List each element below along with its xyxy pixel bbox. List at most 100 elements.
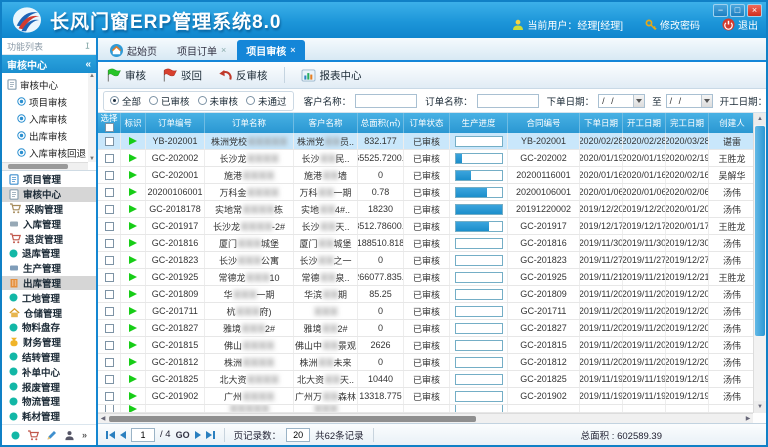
table-vertical-scrollbar[interactable]: ▲ ▼ bbox=[753, 113, 766, 413]
sidebar-footer-cart-red-icon[interactable] bbox=[27, 430, 39, 441]
tab-close-icon[interactable]: × bbox=[290, 45, 295, 55]
unaudit-button[interactable]: 反审核 bbox=[218, 68, 268, 83]
column-header-2[interactable]: 订单编号 bbox=[146, 113, 205, 133]
status-radio-1[interactable]: 已审核 bbox=[149, 94, 190, 108]
scroll-left-icon[interactable]: ◀ bbox=[98, 414, 108, 423]
table-row[interactable]: GC-201823长沙某某某公寓长沙某某之一0已审核GC-2018232019/… bbox=[98, 252, 753, 269]
pin-icon[interactable] bbox=[84, 42, 91, 51]
tree-item-project-audit[interactable]: 项目审核 bbox=[7, 93, 86, 110]
row-checkbox[interactable] bbox=[105, 273, 114, 282]
column-header-12[interactable]: 创建人 bbox=[709, 113, 753, 133]
table-row[interactable]: GC-202001施港某某某某施港某某墙0已审核202001160012020/… bbox=[98, 167, 753, 184]
table-row[interactable]: GC-201925常德龙某某某10常德某某泉..266077.835..已审核G… bbox=[98, 269, 753, 286]
column-header-11[interactable]: 完工日期 bbox=[666, 113, 709, 133]
tree-root-audit-center[interactable]: 审核中心 bbox=[7, 76, 86, 93]
radio-icon[interactable] bbox=[198, 96, 207, 105]
row-checkbox[interactable] bbox=[105, 137, 114, 146]
last-page-button[interactable] bbox=[206, 431, 215, 439]
sidebar-footer-dot-teal-icon[interactable] bbox=[11, 431, 20, 440]
sidebar-item-finance-mgmt[interactable]: 财务管理 bbox=[2, 335, 96, 350]
row-checkbox[interactable] bbox=[105, 205, 114, 214]
row-checkbox[interactable] bbox=[105, 307, 114, 316]
sidebar-item-material-inventory[interactable]: 物料盘存 bbox=[2, 320, 96, 335]
table-row[interactable]: GC-201902广州某某某某广州万某某森林13318.775已审核GC-201… bbox=[98, 388, 753, 405]
sidebar-item-production-mgmt[interactable]: 生产管理 bbox=[2, 261, 96, 276]
sidebar-footer-more-icon[interactable]: » bbox=[82, 430, 87, 440]
radio-icon[interactable] bbox=[110, 96, 119, 105]
change-password-button[interactable]: 修改密码 bbox=[645, 17, 700, 32]
tab-project-audit[interactable]: 项目审核× bbox=[237, 40, 304, 60]
row-checkbox[interactable] bbox=[105, 290, 114, 299]
radio-icon[interactable] bbox=[149, 96, 158, 105]
sidebar-item-carryover-mgmt[interactable]: 结转管理 bbox=[2, 350, 96, 365]
sidebar-item-return-store-mgmt[interactable]: 退库管理 bbox=[2, 246, 96, 261]
row-checkbox[interactable] bbox=[105, 256, 114, 265]
table-row[interactable]: GC-202002长沙龙某某某某长沙某某民..65525.7200..已审核GC… bbox=[98, 150, 753, 167]
maximize-button[interactable]: □ bbox=[730, 4, 745, 17]
scroll-up-icon[interactable]: ▲ bbox=[754, 113, 766, 125]
sidebar-item-consumables-mgmt[interactable]: 耗材管理 bbox=[2, 409, 96, 424]
column-header-1[interactable]: 标识 bbox=[121, 113, 146, 133]
logout-button[interactable]: 退出 bbox=[722, 17, 758, 32]
table-row[interactable]: 某某某某某某某某 bbox=[98, 405, 753, 413]
column-header-5[interactable]: 总面积(㎡) bbox=[358, 113, 404, 133]
table-row[interactable]: GC-201825北大资某某某某北大资某某天..10440已审核GC-20182… bbox=[98, 371, 753, 388]
tree-item-inbound-audit[interactable]: 入库审核 bbox=[7, 110, 86, 127]
customer-name-input[interactable] bbox=[355, 94, 417, 108]
table-row[interactable]: 20200106001万科金某某某某万科某某一期0.78已审核202001060… bbox=[98, 184, 753, 201]
sidebar-item-return-goods-mgmt[interactable]: 退货管理 bbox=[2, 231, 96, 246]
tree-vertical-scrollbar[interactable]: ▲▼ bbox=[88, 73, 96, 162]
tab-home[interactable]: 起始页 bbox=[101, 40, 166, 60]
order-date-to-field[interactable]: / / bbox=[666, 94, 713, 108]
row-checkbox[interactable] bbox=[105, 239, 114, 248]
page-number-input[interactable] bbox=[131, 428, 155, 442]
order-date-from-field[interactable]: / / bbox=[598, 94, 645, 108]
row-checkbox[interactable] bbox=[105, 405, 114, 412]
scroll-right-icon[interactable]: ▶ bbox=[743, 414, 753, 423]
table-row[interactable]: GC-201711杭某某某府)某某某0已审核GC-2017112019/11/2… bbox=[98, 303, 753, 320]
sidebar-footer-user-dark-icon[interactable] bbox=[64, 430, 75, 441]
row-checkbox[interactable] bbox=[105, 324, 114, 333]
table-row[interactable]: GC-201815佛山某某某某佛山中某某景观2626已审核GC-20181520… bbox=[98, 337, 753, 354]
order-name-input[interactable] bbox=[477, 94, 539, 108]
tree-horizontal-scrollbar[interactable] bbox=[2, 162, 88, 170]
calendar-dropdown-icon[interactable] bbox=[633, 95, 644, 107]
minimize-button[interactable]: − bbox=[713, 4, 728, 17]
close-button[interactable]: × bbox=[747, 4, 762, 17]
vertical-scroll-thumb[interactable] bbox=[755, 126, 765, 336]
horizontal-scroll-thumb[interactable] bbox=[109, 416, 476, 422]
column-header-9[interactable]: 下单日期 bbox=[580, 113, 623, 133]
sidebar-item-audit-center[interactable]: 审核中心 bbox=[2, 187, 96, 202]
go-button[interactable]: GO bbox=[176, 430, 190, 440]
calendar-dropdown-icon[interactable] bbox=[701, 95, 712, 107]
table-row[interactable]: GC-201809华某某某一期华滨某某期85.25已审核GC-201809201… bbox=[98, 286, 753, 303]
sidebar-item-scrap-mgmt[interactable]: 报废管理 bbox=[2, 379, 96, 394]
sidebar-footer-pencil-icon[interactable] bbox=[46, 430, 57, 441]
sidebar-item-suborder-center[interactable]: 补单中心 bbox=[2, 364, 96, 379]
radio-icon[interactable] bbox=[246, 96, 255, 105]
row-checkbox[interactable] bbox=[105, 392, 114, 401]
table-row[interactable]: GC-201917长沙龙某某某某-2#长沙某某天..8512.78600..已审… bbox=[98, 218, 753, 235]
table-row[interactable]: GC-201816厦门某某某城堡厦门某某城堡188510.818已审核GC-20… bbox=[98, 235, 753, 252]
row-checkbox[interactable] bbox=[105, 188, 114, 197]
sidebar-item-outbound-mgmt[interactable]: 出库管理 bbox=[2, 276, 96, 291]
column-header-10[interactable]: 开工日期 bbox=[623, 113, 666, 133]
tab-close-icon[interactable]: × bbox=[221, 45, 226, 55]
sidebar-item-project-mgmt[interactable]: 项目管理 bbox=[2, 172, 96, 187]
collapse-icon[interactable]: « bbox=[85, 59, 91, 70]
table-row[interactable]: GC-201827雅境某某某2#雅境某某2#0已审核GC-2018272019/… bbox=[98, 320, 753, 337]
reject-button[interactable]: 驳回 bbox=[162, 68, 202, 83]
sidebar-item-site-mgmt[interactable]: 工地管理 bbox=[2, 290, 96, 305]
tab-project-orders[interactable]: 项目订单× bbox=[168, 40, 235, 60]
column-header-8[interactable]: 合同编号 bbox=[508, 113, 580, 133]
column-header-4[interactable]: 客户名称 bbox=[294, 113, 358, 133]
row-checkbox[interactable] bbox=[105, 222, 114, 231]
column-header-7[interactable]: 生产进度 bbox=[450, 113, 508, 133]
row-checkbox[interactable] bbox=[105, 341, 114, 350]
row-checkbox[interactable] bbox=[105, 154, 114, 163]
scroll-down-icon[interactable]: ▼ bbox=[754, 401, 766, 413]
column-header-6[interactable]: 订单状态 bbox=[404, 113, 450, 133]
status-radio-0[interactable]: 全部 bbox=[110, 94, 141, 108]
first-page-button[interactable] bbox=[106, 431, 115, 439]
column-header-0[interactable]: 选择 bbox=[98, 113, 121, 133]
